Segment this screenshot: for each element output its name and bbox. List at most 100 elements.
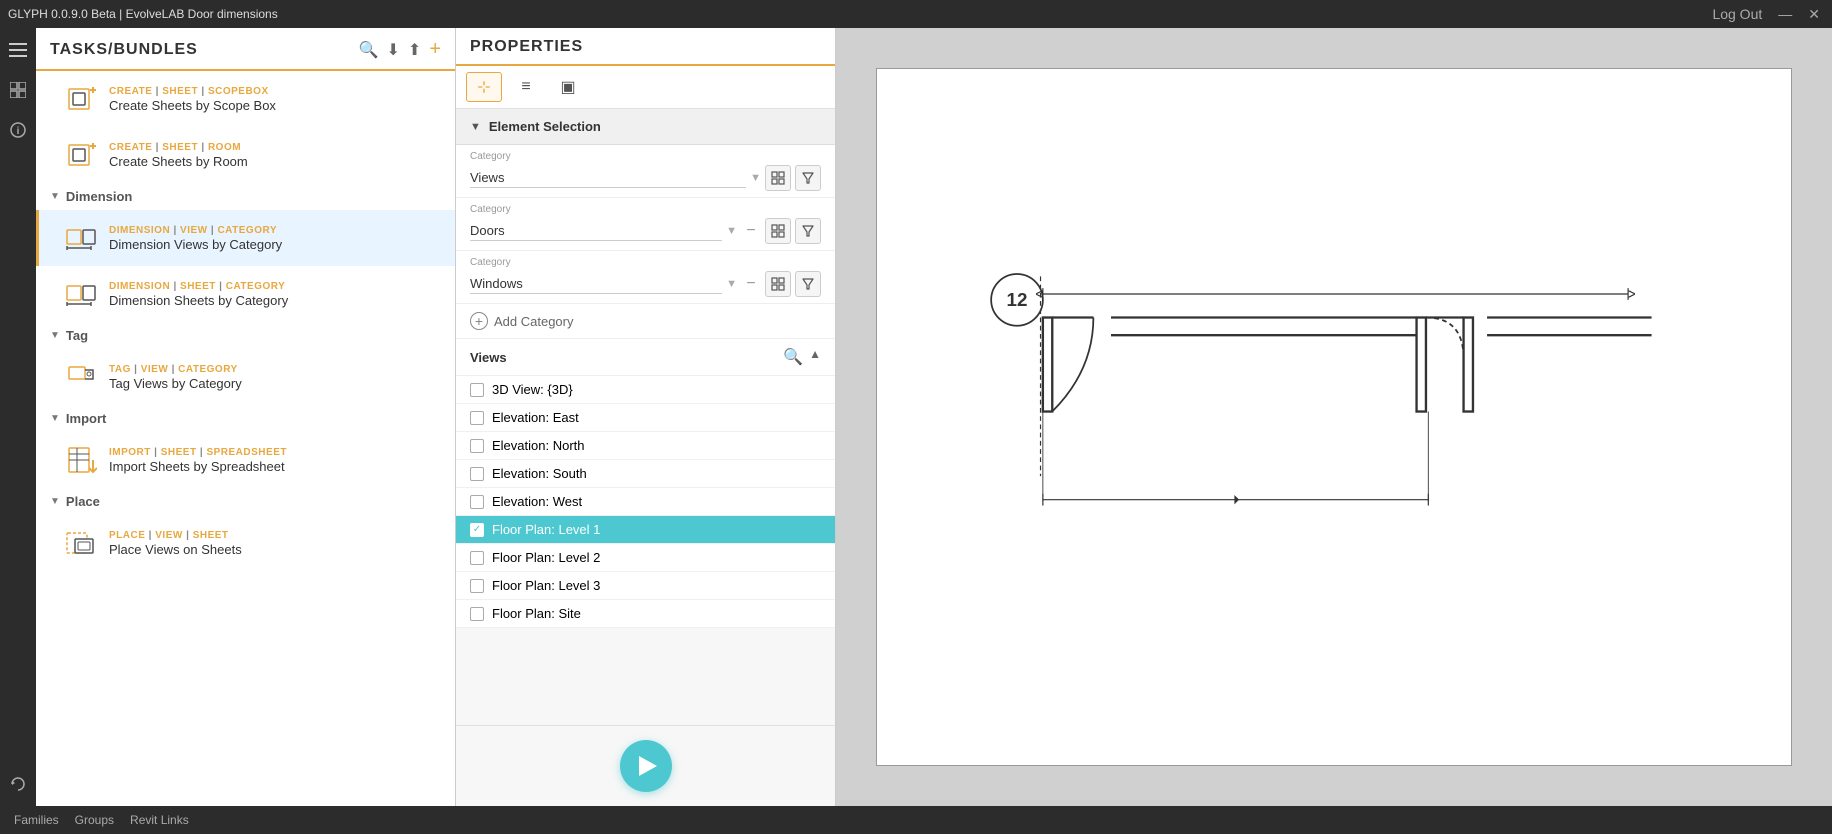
view-item-elev-north[interactable]: Elevation: North: [456, 432, 835, 460]
task-name-import: Import Sheets by Spreadsheet: [109, 459, 287, 474]
category-select-doors[interactable]: Doors: [470, 221, 722, 241]
svg-text:12: 12: [1006, 288, 1027, 309]
view-checkbox-elev-north[interactable]: [470, 439, 484, 453]
category-label-doors: Category: [470, 204, 821, 215]
sidebar-icon-refresh[interactable]: [4, 770, 32, 798]
section-chevron-tag: ▼: [50, 330, 60, 341]
logout-button[interactable]: Log Out: [1708, 6, 1766, 23]
task-icon-room: [63, 137, 99, 173]
tasks-add-icon[interactable]: +: [429, 38, 441, 61]
minimize-button[interactable]: —: [1774, 6, 1796, 23]
category-select-btn-windows[interactable]: [765, 271, 791, 297]
tasks-download-icon[interactable]: ⬇: [387, 40, 400, 60]
view-name-elev-west: Elevation: West: [492, 494, 582, 509]
tasks-upload-icon[interactable]: ⬆: [408, 40, 421, 60]
task-icon-place: [63, 525, 99, 561]
view-item-elev-east[interactable]: Elevation: East: [456, 404, 835, 432]
task-label-import: IMPORT | SHEET | SPREADSHEET: [109, 447, 287, 459]
sidebar-icon-info[interactable]: i: [4, 116, 32, 144]
task-item-create-sheet-room[interactable]: CREATE | SHEET | ROOM Create Sheets by R…: [36, 127, 455, 183]
task-name-place: Place Views on Sheets: [109, 542, 242, 557]
view-checkbox-fp-level3[interactable]: [470, 579, 484, 593]
view-checkbox-fp-site[interactable]: [470, 607, 484, 621]
category-filter-btn-views[interactable]: [795, 165, 821, 191]
category-input-row-doors: Doors ▼ −: [470, 218, 821, 244]
view-checkbox-elev-south[interactable]: [470, 467, 484, 481]
properties-panel: PROPERTIES ⊹ ≡ ▣ ▼ Element Selection Cat…: [456, 28, 836, 806]
tab-element-selection[interactable]: ⊹: [466, 72, 502, 102]
element-selection-header[interactable]: ▼ Element Selection: [456, 109, 835, 145]
tasks-scroll-area: CREATE | SHEET | SCOPEBOX Create Sheets …: [36, 71, 455, 806]
bottom-item-families[interactable]: Families: [14, 813, 59, 827]
view-item-elev-west[interactable]: Elevation: West: [456, 488, 835, 516]
tab-params[interactable]: ≡: [508, 72, 544, 102]
tab-output[interactable]: ▣: [550, 72, 586, 102]
tasks-search-icon[interactable]: 🔍: [359, 40, 379, 60]
task-item-dim-view-category[interactable]: DIMENSION | VIEW | CATEGORY Dimension Vi…: [36, 210, 455, 266]
view-checkbox-fp-level2[interactable]: [470, 551, 484, 565]
view-item-fp-site[interactable]: Floor Plan: Site: [456, 600, 835, 628]
view-name-fp-level2: Floor Plan: Level 2: [492, 550, 600, 565]
task-item-tag-view-category[interactable]: TAG | VIEW | CATEGORY Tag Views by Categ…: [36, 349, 455, 405]
add-category-label: Add Category: [494, 314, 574, 329]
icon-sidebar: i: [0, 28, 36, 806]
add-category-plus-icon: +: [470, 312, 488, 330]
task-item-create-sheet-scopebox[interactable]: CREATE | SHEET | SCOPEBOX Create Sheets …: [36, 71, 455, 127]
category-minus-doors[interactable]: −: [741, 221, 761, 241]
category-filter-btn-windows[interactable]: [795, 271, 821, 297]
close-button[interactable]: ✕: [1804, 6, 1824, 23]
section-header-tag[interactable]: ▼ Tag: [36, 322, 455, 349]
category-minus-windows[interactable]: −: [741, 274, 761, 294]
window-controls: Log Out — ✕: [1708, 6, 1824, 23]
task-name-dim-view: Dimension Views by Category: [109, 237, 282, 252]
view-checkbox-3d[interactable]: [470, 383, 484, 397]
task-item-place-view-sheet[interactable]: PLACE | VIEW | SHEET Place Views on Shee…: [36, 515, 455, 571]
view-name-elev-east: Elevation: East: [492, 410, 579, 425]
tasks-header-icons: 🔍 ⬇ ⬆ +: [359, 38, 441, 61]
view-item-elev-south[interactable]: Elevation: South: [456, 460, 835, 488]
bottom-item-revit-links[interactable]: Revit Links: [130, 813, 189, 827]
section-header-import[interactable]: ▼ Import: [36, 405, 455, 432]
category-select-views[interactable]: Views: [470, 168, 746, 188]
task-name-scopebox: Create Sheets by Scope Box: [109, 98, 276, 113]
task-icon-dim-view: [63, 220, 99, 256]
section-chevron-dimension: ▼: [50, 191, 60, 202]
section-header-place[interactable]: ▼ Place: [36, 488, 455, 515]
category-filter-btn-doors[interactable]: [795, 218, 821, 244]
play-button[interactable]: [620, 740, 672, 792]
task-text-dim-view: DIMENSION | VIEW | CATEGORY Dimension Vi…: [109, 225, 282, 252]
view-checkbox-elev-west[interactable]: [470, 495, 484, 509]
views-search-button[interactable]: 🔍: [783, 347, 803, 367]
category-label-views: Category: [470, 151, 821, 162]
view-checkbox-fp-level1[interactable]: [470, 523, 484, 537]
bottom-bar: Families Groups Revit Links: [0, 806, 1832, 834]
task-item-import-spreadsheet[interactable]: IMPORT | SHEET | SPREADSHEET Import Shee…: [36, 432, 455, 488]
play-btn-container: [456, 725, 835, 806]
view-name-elev-north: Elevation: North: [492, 438, 585, 453]
task-item-dim-sheet-category[interactable]: DIMENSION | SHEET | CATEGORY Dimension S…: [36, 266, 455, 322]
category-select-btn-views[interactable]: [765, 165, 791, 191]
add-category-row[interactable]: + Add Category: [456, 304, 835, 339]
section-header-dimension[interactable]: ▼ Dimension: [36, 183, 455, 210]
properties-tabs: ⊹ ≡ ▣: [456, 66, 835, 109]
category-select-windows[interactable]: Windows: [470, 274, 722, 294]
sidebar-icon-grid[interactable]: [4, 76, 32, 104]
main-layout: i TASKS/BUNDLES 🔍 ⬇ ⬆ +: [0, 28, 1832, 806]
view-item-fp-level3[interactable]: Floor Plan: Level 3: [456, 572, 835, 600]
section-label-import: Import: [66, 411, 106, 426]
task-text-room: CREATE | SHEET | ROOM Create Sheets by R…: [109, 142, 248, 169]
task-icon-tag: [63, 359, 99, 395]
task-label-scopebox: CREATE | SHEET | SCOPEBOX: [109, 86, 276, 98]
category-input-row-windows: Windows ▼ −: [470, 271, 821, 297]
bottom-item-groups[interactable]: Groups: [75, 813, 114, 827]
sidebar-icon-menu[interactable]: [4, 36, 32, 64]
category-select-btn-doors[interactable]: [765, 218, 791, 244]
task-label-dim-sheet: DIMENSION | SHEET | CATEGORY: [109, 281, 288, 293]
view-item-3d[interactable]: 3D View: {3D}: [456, 376, 835, 404]
task-icon-scopebox: [63, 81, 99, 117]
view-item-fp-level2[interactable]: Floor Plan: Level 2: [456, 544, 835, 572]
views-collapse-button[interactable]: ▲: [809, 347, 821, 367]
view-item-fp-level1[interactable]: Floor Plan: Level 1: [456, 516, 835, 544]
view-checkbox-elev-east[interactable]: [470, 411, 484, 425]
view-name-elev-south: Elevation: South: [492, 466, 587, 481]
